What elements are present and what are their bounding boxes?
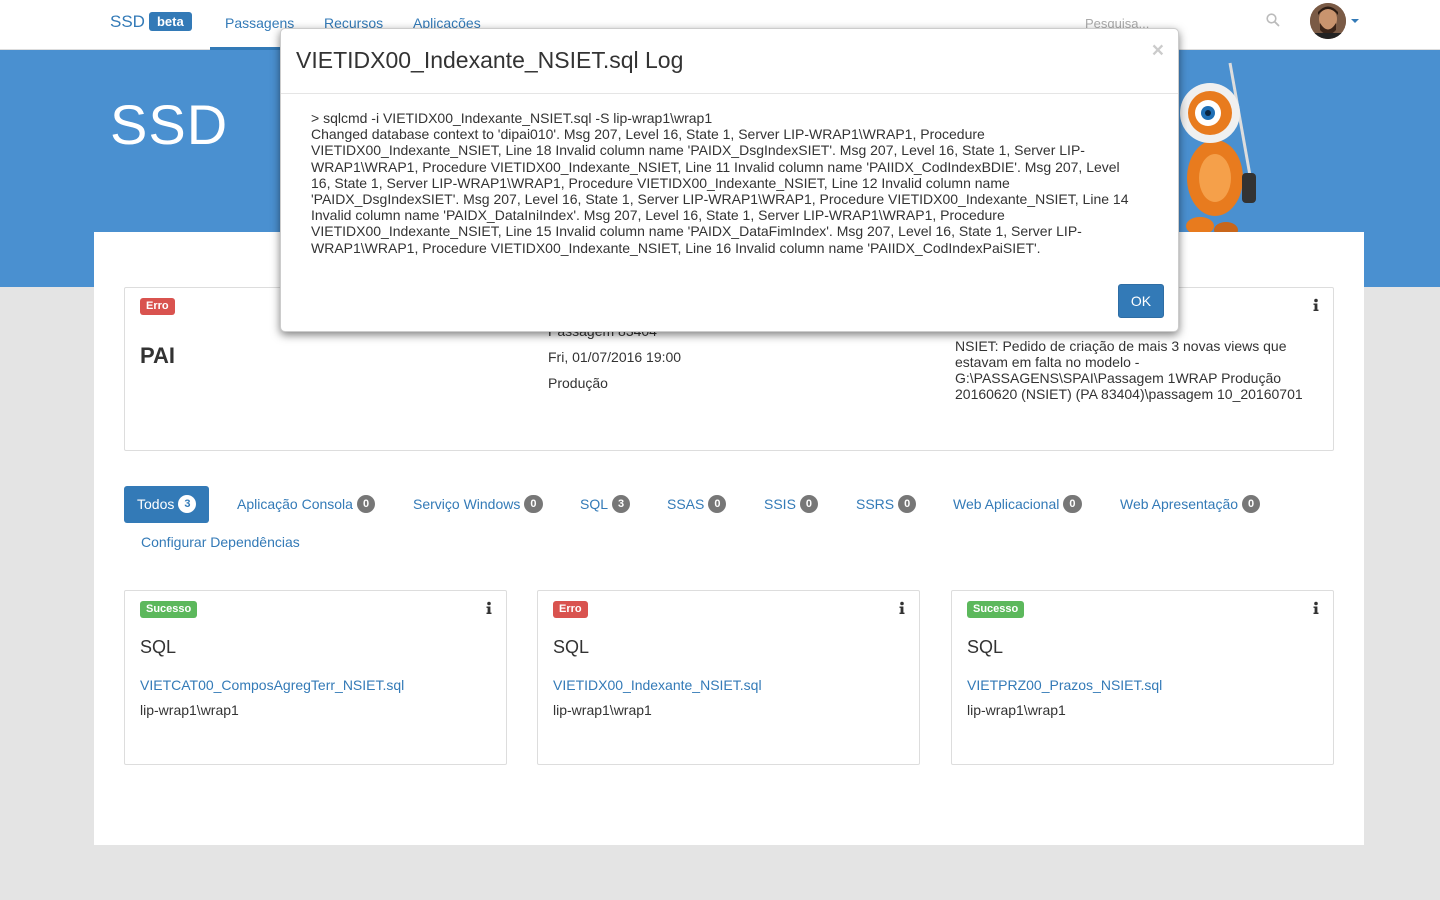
- tab-label: SSRS: [856, 496, 895, 512]
- tab-label: SQL: [580, 496, 609, 512]
- close-icon[interactable]: ×: [1152, 39, 1164, 63]
- modal-header: VIETIDX00_Indexante_NSIET.sql Log ×: [281, 29, 1178, 94]
- tab-count-badge: 3: [178, 495, 197, 514]
- tab-count-badge: 0: [356, 495, 376, 514]
- log-command-line: > sqlcmd -i VIETIDX00_Indexante_NSIET.sq…: [311, 110, 713, 126]
- tab-ssas[interactable]: SSAS 0: [654, 486, 739, 523]
- tab-count-badge: 0: [1063, 495, 1082, 514]
- passagem-description: NSIET: Pedido de criação de mais 3 novas…: [955, 338, 1303, 402]
- status-badge: Erro: [140, 298, 175, 315]
- tab-web-aplicacional[interactable]: Web Aplicacional 0: [940, 486, 1095, 523]
- configure-dependencies-link[interactable]: Configurar Dependências: [141, 534, 300, 550]
- tab-todos[interactable]: Todos 3: [124, 486, 210, 523]
- resource-type: SQL: [967, 637, 1004, 657]
- brand-link[interactable]: SSD beta: [110, 12, 192, 32]
- log-messages: Changed database context to 'dipai010'. …: [311, 126, 1129, 256]
- tab-count-badge: 0: [898, 495, 917, 514]
- resource-file-link[interactable]: VIETCAT00_ComposAgregTerr_NSIET.sql: [140, 677, 404, 693]
- avatar-image: [1310, 3, 1346, 39]
- application-name: PAI: [140, 343, 176, 368]
- ok-button[interactable]: OK: [1118, 284, 1164, 318]
- tab-label: SSIS: [764, 496, 796, 512]
- tab-servico-windows[interactable]: Serviço Windows 0: [400, 486, 556, 523]
- info-icon[interactable]: [485, 601, 493, 615]
- beta-badge: beta: [148, 12, 192, 31]
- tab-sql[interactable]: SQL 3: [567, 486, 643, 523]
- brand-name: SSD: [110, 12, 145, 31]
- avatar[interactable]: [1310, 3, 1346, 39]
- status-badge: Sucesso: [140, 601, 198, 618]
- resource-server: lip-wrap1\wrap1: [967, 702, 1066, 718]
- search-icon[interactable]: [1266, 13, 1280, 27]
- resource-file-link[interactable]: VIETIDX00_Indexante_NSIET.sql: [553, 677, 762, 693]
- resource-card: Sucesso SQL VIETCAT00_ComposAgregTerr_NS…: [124, 590, 507, 765]
- tab-label: Aplicação Consola: [237, 496, 353, 512]
- resource-card: Erro SQL VIETIDX00_Indexante_NSIET.sql l…: [537, 590, 920, 765]
- tab-label: SSAS: [667, 496, 705, 512]
- tab-count-badge: 0: [799, 495, 819, 514]
- status-badge: Sucesso: [967, 601, 1025, 618]
- modal-title: VIETIDX00_Indexante_NSIET.sql Log: [296, 47, 684, 73]
- resource-type: SQL: [553, 637, 590, 657]
- tab-label: Serviço Windows: [413, 496, 521, 512]
- passagem-environment: Produção: [548, 375, 608, 391]
- tab-ssis[interactable]: SSIS 0: [751, 486, 831, 523]
- tab-web-apresentacao[interactable]: Web Apresentação 0: [1107, 486, 1273, 523]
- chevron-down-icon[interactable]: [1351, 19, 1359, 23]
- tab-count-badge: 0: [708, 495, 727, 514]
- status-badge: Erro: [553, 601, 588, 618]
- tab-ssrs[interactable]: SSRS 0: [843, 486, 929, 523]
- resource-card: Sucesso SQL VIETPRZ00_Prazos_NSIET.sql l…: [951, 590, 1334, 765]
- info-icon[interactable]: [1312, 601, 1320, 615]
- hero-title: SSD: [110, 93, 229, 156]
- resource-server: lip-wrap1\wrap1: [553, 702, 652, 718]
- log-modal: VIETIDX00_Indexante_NSIET.sql Log × > sq…: [280, 28, 1179, 332]
- tab-label: Todos: [137, 496, 175, 512]
- resource-server: lip-wrap1\wrap1: [140, 702, 239, 718]
- tab-aplicacao-consola[interactable]: Aplicação Consola 0: [224, 486, 388, 523]
- tab-label: Web Apresentação: [1120, 496, 1239, 512]
- resource-file-link[interactable]: VIETPRZ00_Prazos_NSIET.sql: [967, 677, 1162, 693]
- tab-count-badge: 3: [612, 495, 631, 514]
- log-output: > sqlcmd -i VIETIDX00_Indexante_NSIET.sq…: [311, 110, 1141, 256]
- resource-type: SQL: [140, 637, 177, 657]
- info-icon[interactable]: [1312, 298, 1320, 312]
- tab-label: Web Aplicacional: [953, 496, 1060, 512]
- info-icon[interactable]: [898, 601, 906, 615]
- tab-count-badge: 0: [524, 495, 543, 514]
- passagem-date: Fri, 01/07/2016 19:00: [548, 349, 682, 365]
- tab-count-badge: 0: [1242, 495, 1261, 514]
